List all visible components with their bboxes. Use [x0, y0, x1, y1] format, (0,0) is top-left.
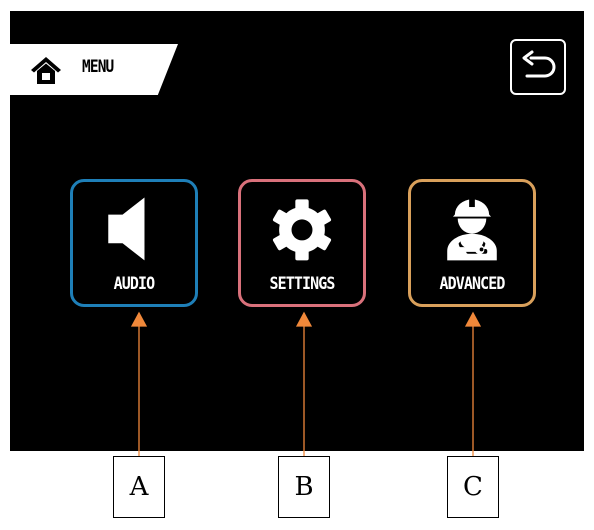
callout-label-c: C [447, 456, 499, 518]
callout-label-a: A [113, 456, 165, 518]
callout-label-b: B [278, 456, 330, 518]
callout-arrows [130, 311, 482, 456]
